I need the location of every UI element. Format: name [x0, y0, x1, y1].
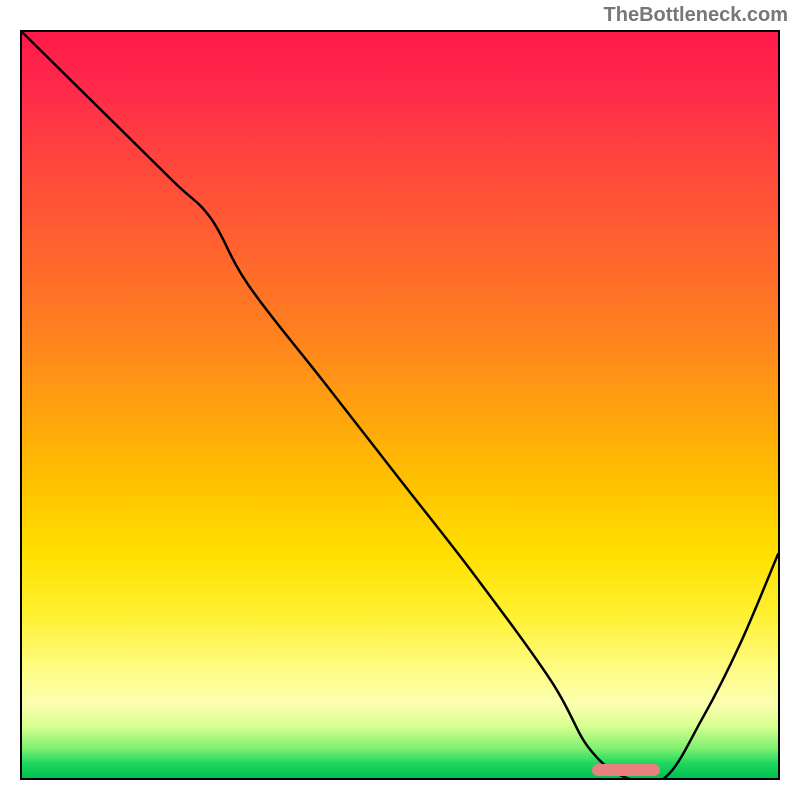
- bottleneck-line: [22, 32, 778, 778]
- watermark-text: TheBottleneck.com: [604, 4, 788, 27]
- optimal-zone-marker: [592, 764, 660, 776]
- chart-container: TheBottleneck.com: [0, 0, 800, 800]
- plot-area: [20, 30, 780, 780]
